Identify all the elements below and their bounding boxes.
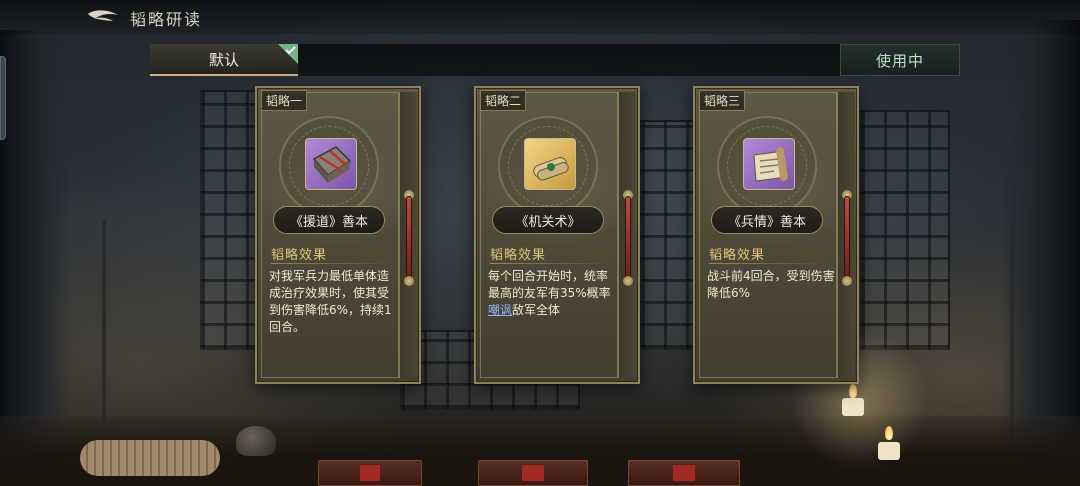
in-use-button[interactable]: 使用中 <box>840 44 960 76</box>
candle-flame <box>849 384 857 398</box>
candle-stand <box>102 220 106 420</box>
side-drawer-handle[interactable] <box>0 56 6 140</box>
candle-flame <box>885 426 893 440</box>
effect-description: 每个回合开始时，统率最高的友军有35%概率嘲讽敌军全体 <box>488 268 616 319</box>
strategy-card-2[interactable]: 韬略二 《机关术》 韬略效果 每个回合开始时，统率最高的友军有35%概率嘲讽敌军… <box>474 86 640 384</box>
candle <box>878 442 900 460</box>
card-side-rail <box>399 92 417 378</box>
effect-description: 战斗前4回合，受到伤害降低6% <box>707 269 835 300</box>
rail-bar <box>844 196 850 280</box>
book <box>628 460 740 486</box>
check-icon <box>278 44 298 64</box>
purple-scroll-icon <box>743 138 795 190</box>
effect-description: 对我军兵力最低单体造成治疗效果时，使其受到伤害降低6%，持续1回合。 <box>269 269 392 334</box>
candle-stand <box>1010 220 1014 440</box>
taunt-keyword-link[interactable]: 嘲讽 <box>488 303 512 317</box>
book <box>478 460 588 486</box>
effect-title: 韬略效果 <box>709 248 766 263</box>
effect-text-part: 敌军全体 <box>512 303 561 317</box>
effect-title: 韬略效果 <box>271 248 328 263</box>
window-lattice <box>200 90 260 350</box>
book-name-plate: 《机关术》 <box>492 206 604 234</box>
preset-bar: 默认 使用中 <box>150 44 960 76</box>
effect-title: 韬略效果 <box>490 248 547 263</box>
rolled-scroll <box>80 440 220 476</box>
rail-knob <box>404 276 414 286</box>
page-title: 韬略研读 <box>130 10 203 29</box>
tab-default-label: 默认 <box>208 50 239 69</box>
gold-scroll-bundle-icon <box>524 138 576 190</box>
candle <box>842 398 864 416</box>
divider <box>709 263 827 264</box>
card-side-rail <box>618 92 636 378</box>
purple-bound-book-icon <box>305 138 357 190</box>
rail-bar <box>406 196 412 280</box>
strategy-card-3[interactable]: 韬略三 《兵情》善本 韬略效果 战斗前4回合，受到伤害降低6% <box>693 86 859 384</box>
window-lattice <box>860 110 950 350</box>
back-arrow-icon[interactable] <box>86 8 120 26</box>
incense-burner <box>236 426 276 456</box>
strategy-card-1[interactable]: 韬略一 《援道》善本 韬略效果 对我军兵力最低单体造成治疗效果时，使其受到伤害降… <box>255 86 421 384</box>
card-side-rail <box>837 92 855 378</box>
header-bar: 韬略研读 <box>0 0 1080 34</box>
book-name-plate: 《兵情》善本 <box>711 206 823 234</box>
divider <box>271 263 389 264</box>
card-slot-label: 韬略三 <box>699 90 746 111</box>
rail-knob <box>623 276 633 286</box>
in-use-label: 使用中 <box>875 51 924 70</box>
rail-knob <box>842 276 852 286</box>
divider <box>490 263 608 264</box>
effect-text-part: 每个回合开始时，统率最高的友军有35%概率 <box>488 269 611 300</box>
card-slot-label: 韬略二 <box>480 90 527 111</box>
tab-default[interactable]: 默认 <box>150 44 298 76</box>
book-name-plate: 《援道》善本 <box>273 206 385 234</box>
book <box>318 460 422 486</box>
card-slot-label: 韬略一 <box>261 90 308 111</box>
rail-bar <box>625 196 631 280</box>
